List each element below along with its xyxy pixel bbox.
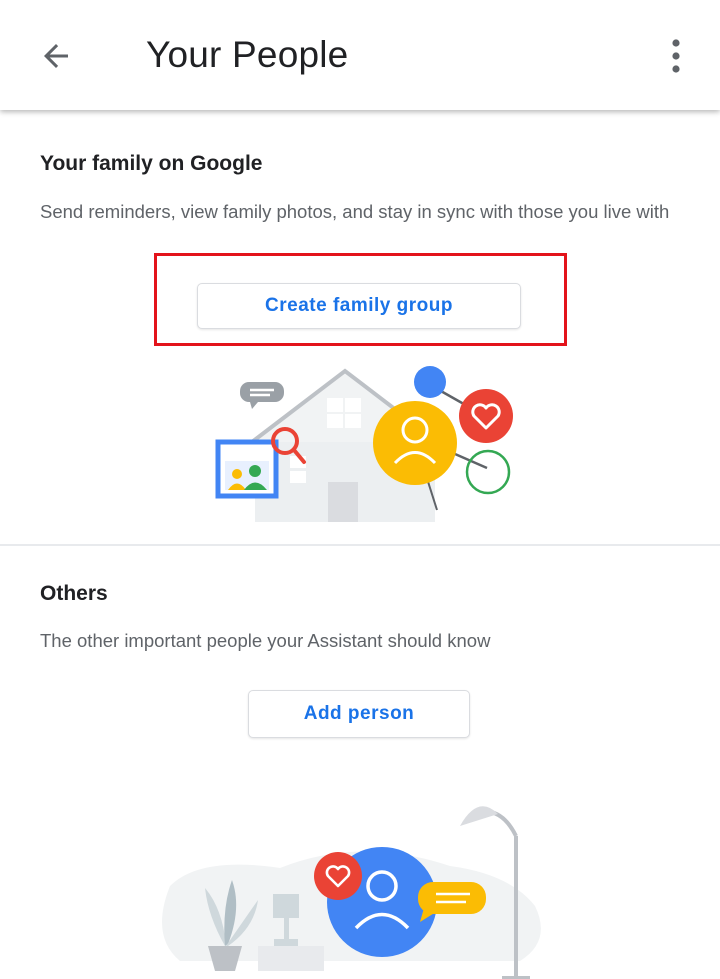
- more-options-button[interactable]: [652, 30, 700, 82]
- page-title: Your People: [146, 34, 349, 75]
- family-heading: Your family on Google: [40, 152, 263, 175]
- others-heading: Others: [40, 582, 108, 605]
- app-bar: Your People: [0, 0, 720, 110]
- back-button[interactable]: [28, 28, 84, 84]
- family-house-illustration: [215, 366, 513, 522]
- person-lamp-illustration: [162, 806, 541, 979]
- family-section: Your family on Google Send reminders, vi…: [0, 110, 720, 544]
- more-vert-icon: [672, 39, 680, 73]
- add-person-button[interactable]: Add person: [248, 690, 470, 738]
- app-screen: Your People Your family on Google Send r…: [0, 0, 720, 979]
- create-family-group-button[interactable]: Create family group: [197, 283, 521, 329]
- family-description: Send reminders, view family photos, and …: [40, 201, 670, 222]
- content-area: Your family on Google Send reminders, vi…: [0, 110, 720, 979]
- others-section: Others The other important people your A…: [0, 546, 720, 979]
- arrow-back-icon: [44, 44, 68, 68]
- others-description: The other important people your Assistan…: [40, 630, 491, 651]
